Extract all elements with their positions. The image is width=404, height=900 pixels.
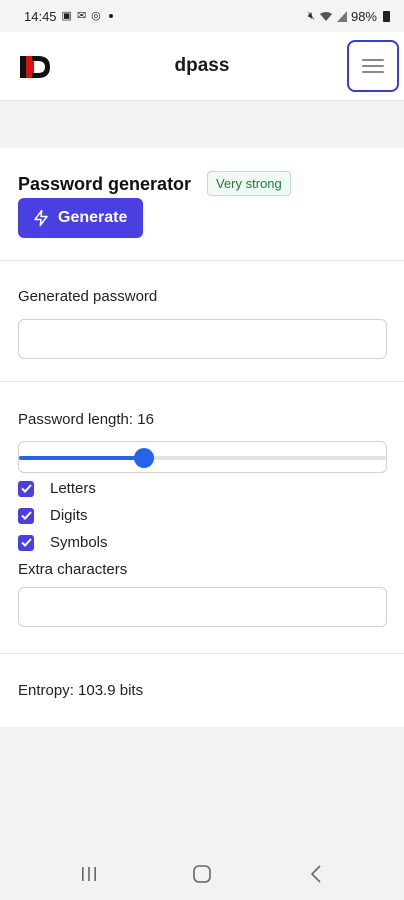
letters-checkbox[interactable] [18, 480, 34, 497]
symbols-option[interactable]: Symbols [18, 534, 108, 551]
gallery-icon: ▣ [61, 9, 72, 22]
back-button[interactable] [296, 860, 336, 888]
whatsapp-icon: ◎ [91, 9, 101, 22]
app-logo [20, 56, 50, 78]
status-bar: 14:45 ▣ ✉ ◎ 🔇︎ 98% [0, 0, 404, 32]
extra-characters-field[interactable] [18, 587, 387, 627]
wifi-icon [319, 11, 332, 21]
digits-label: Digits [50, 507, 88, 524]
generator-title: Password generator [18, 174, 192, 194]
slider-fill [19, 456, 144, 460]
entropy-text: Entropy: 103.9 bits [18, 682, 144, 699]
notification-dot-icon [108, 14, 113, 18]
entropy-section: Entropy: 103.9 bits [0, 654, 404, 727]
home-button[interactable] [182, 860, 222, 888]
letters-label: Letters [50, 480, 96, 497]
mute-icon: 🔇︎ [308, 9, 315, 22]
recent-apps-button[interactable] [69, 860, 109, 888]
mail-icon: ✉ [76, 9, 87, 22]
status-left: 14:45 ▣ ✉ ◎ [24, 9, 113, 24]
password-length-slider[interactable] [18, 441, 387, 473]
back-icon [310, 865, 321, 883]
generate-button[interactable]: Generate [18, 198, 143, 238]
digits-checkbox[interactable] [18, 507, 34, 524]
extra-characters-label: Extra characters [18, 561, 128, 578]
generator-section: Password generator Very strong Generate [0, 148, 404, 261]
check-icon [20, 538, 32, 547]
signal-icon [336, 10, 347, 22]
check-icon [20, 484, 32, 493]
strength-badge: Very strong [207, 171, 291, 196]
app-title: dpass [174, 55, 230, 76]
check-icon [20, 511, 32, 520]
hamburger-icon [362, 59, 384, 73]
generated-password-label: Generated password [18, 288, 158, 305]
battery-icon [383, 10, 390, 22]
status-right: 🔇︎ 98% [308, 9, 390, 24]
lightning-icon [34, 209, 48, 227]
options-section: Password length: 16 Letters Digits Symbo… [0, 382, 404, 654]
generate-label: Generate [58, 209, 128, 226]
menu-button[interactable] [347, 40, 399, 92]
status-time: 14:45 [24, 8, 57, 24]
digits-option[interactable]: Digits [18, 507, 88, 524]
symbols-checkbox[interactable] [18, 534, 34, 551]
generated-password-section: Generated password [0, 261, 404, 382]
generated-password-field[interactable] [18, 319, 387, 359]
recent-apps-icon [82, 867, 96, 881]
app-header: dpass [0, 32, 404, 101]
system-nav-bar [0, 848, 404, 900]
home-icon [193, 865, 211, 883]
letters-option[interactable]: Letters [18, 480, 96, 497]
slider-thumb[interactable] [133, 448, 154, 468]
battery-percent: 98% [350, 8, 377, 24]
generator-card: Password generator Very strong Generate … [0, 148, 404, 727]
symbols-label: Symbols [50, 534, 108, 551]
password-length-label: Password length: 16 [18, 411, 154, 428]
